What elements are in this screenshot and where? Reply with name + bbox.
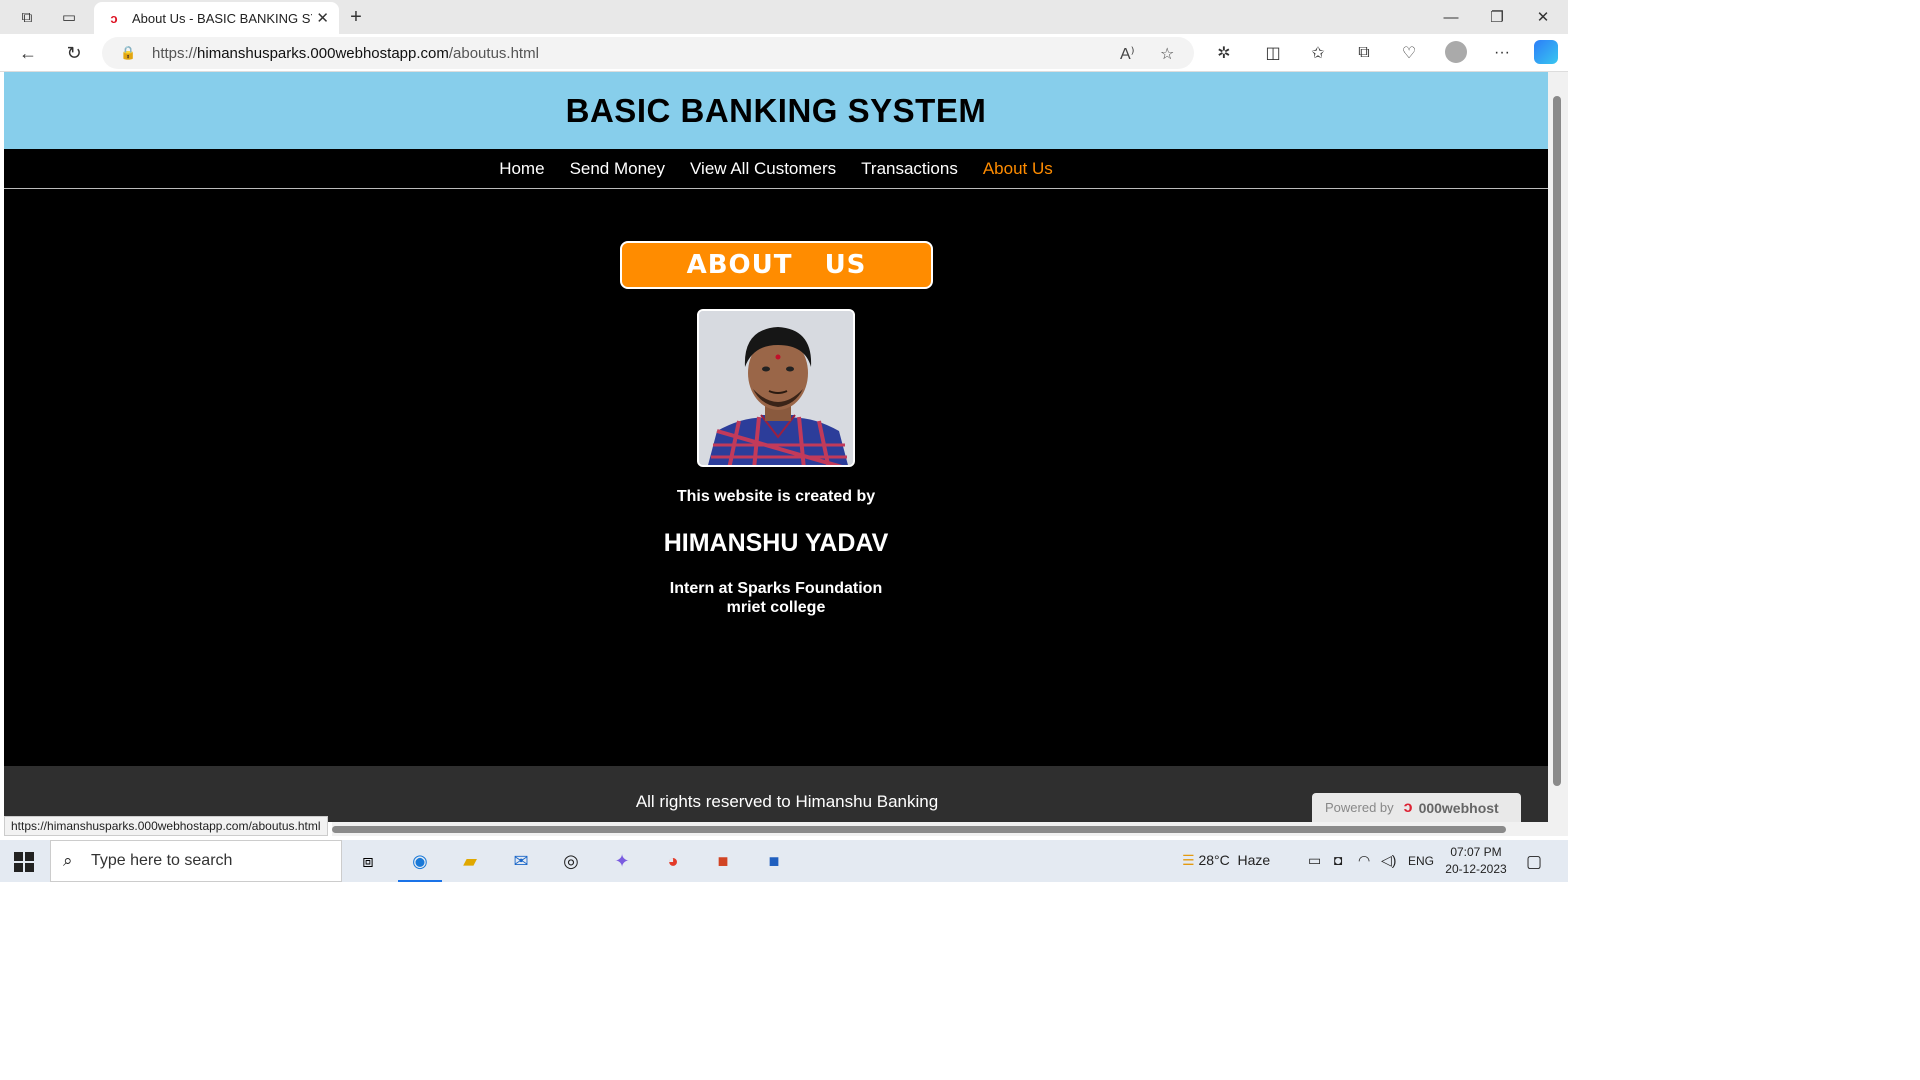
weather-text: 28°C Haze: [1198, 852, 1271, 868]
vertical-scrollbar[interactable]: [1548, 72, 1568, 836]
edge-app-icon[interactable]: ◉: [398, 846, 442, 882]
profile-avatar[interactable]: [1445, 41, 1467, 63]
link-status-url: https://himanshusparks.000webhostapp.com…: [4, 816, 328, 836]
start-button[interactable]: [14, 852, 34, 872]
copilot-icon[interactable]: [1534, 40, 1558, 64]
taskbar-search[interactable]: ⌕ Type here to search: [50, 840, 342, 882]
wifi-icon[interactable]: ◠: [1358, 852, 1370, 869]
horizontal-scroll-thumb[interactable]: [332, 826, 1506, 833]
tab-actions-icon[interactable]: ▭: [56, 6, 82, 28]
refresh-button[interactable]: ↻: [60, 40, 88, 66]
nav-home[interactable]: Home: [499, 159, 544, 179]
powered-by-label: Powered by: [1325, 800, 1394, 815]
system-clock[interactable]: 07:07 PM 20-12-2023: [1440, 844, 1512, 878]
clock-date: 20-12-2023: [1445, 862, 1507, 876]
read-aloud-icon[interactable]: A⁾: [1120, 44, 1135, 64]
dell-app-icon[interactable]: ◎: [553, 846, 589, 876]
url-text[interactable]: https://himanshusparks.000webhostapp.com…: [152, 45, 539, 62]
author-role: Intern at Sparks Foundation mriet colleg…: [4, 579, 1548, 617]
word-app-icon[interactable]: ■: [756, 846, 792, 876]
more-menu-icon[interactable]: ···: [1490, 42, 1514, 64]
meet-now-icon[interactable]: ◘: [1334, 852, 1342, 868]
language-indicator[interactable]: ENG: [1408, 854, 1434, 868]
site-favicon-icon: ↄ: [110, 10, 118, 26]
powered-by-brand: 000webhost: [1418, 799, 1499, 816]
favorites-icon[interactable]: ✩: [1306, 42, 1330, 64]
lock-icon[interactable]: 🔒: [120, 45, 136, 61]
address-bar[interactable]: 🔒 https://himanshusparks.000webhostapp.c…: [102, 37, 1194, 69]
notifications-icon[interactable]: ▢: [1526, 852, 1542, 872]
browser-tab-bar: ⧉ ▭ ↄ About Us - BASIC BANKING SYST ✕ + …: [0, 0, 1568, 34]
browser-toolbar: ← ↻ 🔒 https://himanshusparks.000webhosta…: [0, 34, 1568, 72]
about-us-banner: ABOUT US: [620, 241, 933, 289]
weather-widget[interactable]: ☰ 28°C Haze: [1182, 852, 1270, 869]
split-screen-icon[interactable]: ◫: [1261, 42, 1285, 64]
created-by-text: This website is created by: [676, 488, 876, 505]
about-us-heading: ABOUT US: [686, 250, 867, 280]
vertical-scroll-thumb[interactable]: [1553, 96, 1561, 786]
haze-icon: ☰: [1182, 852, 1195, 868]
windows-taskbar: ⌕ Type here to search ⧈ ◉ ▰ ✉ ◎ ✦ ◕ ■ ■ …: [0, 840, 1568, 882]
new-tab-button[interactable]: +: [343, 6, 369, 28]
role-line-organization: Intern at Sparks Foundation: [669, 580, 883, 597]
close-tab-icon[interactable]: ✕: [316, 9, 329, 27]
file-explorer-icon[interactable]: ▰: [452, 846, 488, 876]
search-icon: ⌕: [63, 851, 73, 870]
chrome-app-icon[interactable]: ◕: [655, 846, 691, 876]
site-title: BASIC BANKING SYSTEM: [565, 91, 987, 129]
author-name: HIMANSHU YADAV: [663, 529, 889, 557]
volume-icon[interactable]: ◁): [1381, 852, 1396, 869]
back-button[interactable]: ←: [14, 40, 42, 66]
minimize-button[interactable]: —: [1428, 4, 1474, 30]
favorite-star-icon[interactable]: ☆: [1160, 44, 1174, 64]
profile-photo: [697, 309, 855, 467]
horizontal-scrollbar[interactable]: [332, 822, 1548, 836]
browser-essentials-icon[interactable]: ♡: [1397, 42, 1421, 64]
browser-tab[interactable]: ↄ About Us - BASIC BANKING SYST ✕: [94, 2, 339, 34]
restore-button[interactable]: ❐: [1474, 4, 1520, 30]
nav-transactions[interactable]: Transactions: [861, 159, 958, 179]
battery-icon[interactable]: ▭: [1308, 852, 1321, 869]
page-viewport: BASIC BANKING SYSTEM Home Send Money Vie…: [4, 72, 1548, 822]
site-footer: All rights reserved to Himanshu Banking …: [4, 766, 1548, 822]
role-line-college: mriet college: [726, 599, 826, 616]
nav-view-all-customers[interactable]: View All Customers: [690, 159, 836, 179]
close-window-button[interactable]: ✕: [1520, 4, 1566, 30]
clock-time: 07:07 PM: [1450, 845, 1502, 859]
search-placeholder: Type here to search: [91, 852, 233, 869]
extensions-icon[interactable]: ✲: [1212, 42, 1236, 64]
webhost-logo-icon: ↄ: [1403, 798, 1413, 816]
workspaces-icon[interactable]: ⧉: [14, 6, 40, 28]
task-view-icon[interactable]: ⧈: [350, 846, 386, 876]
mail-app-icon[interactable]: ✉: [503, 846, 539, 876]
powerpoint-app-icon[interactable]: ■: [705, 846, 741, 876]
tab-title: About Us - BASIC BANKING SYST: [132, 10, 312, 26]
copilot-app-icon[interactable]: ✦: [604, 846, 640, 876]
site-header: BASIC BANKING SYSTEM: [4, 72, 1548, 149]
powered-by-badge[interactable]: Powered by ↄ 000webhost: [1312, 793, 1521, 822]
nav-about-us[interactable]: About Us: [983, 159, 1053, 179]
site-nav: Home Send Money View All Customers Trans…: [4, 149, 1548, 189]
nav-send-money[interactable]: Send Money: [570, 159, 665, 179]
collections-icon[interactable]: ⧉: [1352, 42, 1376, 64]
